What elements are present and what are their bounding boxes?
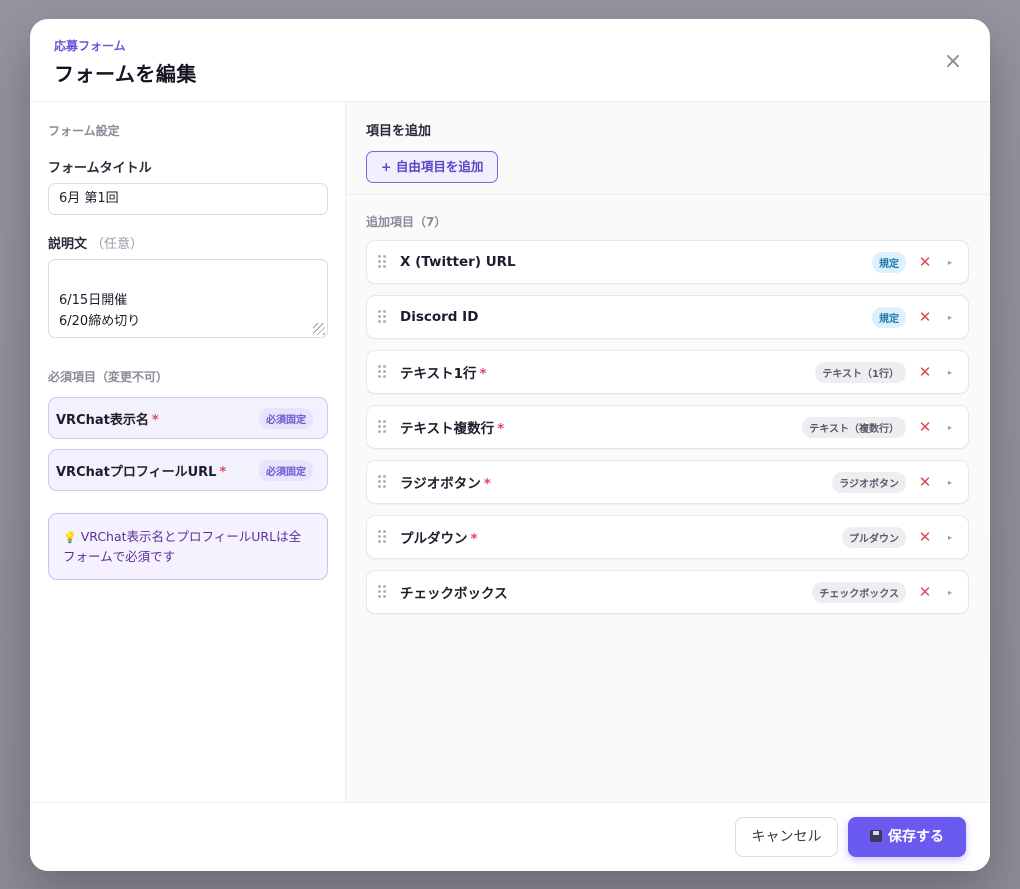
form-settings-pane: フォーム設定 フォームタイトル 6月 第1回 説明文 （任意） 6/15日開催 6… [30, 102, 346, 802]
delete-icon[interactable]: ✕ [916, 253, 934, 271]
form-title-label: フォームタイトル [48, 161, 152, 176]
modal-eyebrow: 応募フォーム [54, 39, 126, 53]
modal-body: フォーム設定 フォームタイトル 6月 第1回 説明文 （任意） 6/15日開催 6… [30, 102, 990, 802]
info-text: VRChat表示名とプロフィールURLは全フォームで必須です [63, 529, 302, 564]
description-label: 説明文 （任意） [48, 233, 327, 252]
expand-chevron-icon[interactable]: ▸ [944, 423, 956, 432]
field-name: ラジオボタン * [400, 476, 491, 492]
modal-header: 応募フォーム フォームを編集 × [30, 19, 990, 102]
form-settings-label: フォーム設定 [48, 124, 120, 138]
delete-icon[interactable]: ✕ [916, 308, 934, 326]
list-item[interactable]: テキスト複数行 * テキスト（複数行） ✕ ▸ [366, 405, 969, 449]
expand-chevron-icon[interactable]: ▸ [944, 368, 956, 377]
required-items-label: 必須項目（変更不可） [48, 370, 169, 384]
description-textarea[interactable]: 6/15日開催 6/20締め切り [48, 259, 328, 338]
drag-handle-icon[interactable] [377, 254, 387, 270]
fixed-badge: 必須固定 [259, 459, 313, 481]
default-badge: 規定 [872, 306, 906, 328]
modal-title: フォームを編集 [54, 62, 197, 86]
fields-pane: 項目を追加 + 自由項目を追加 追加項目（7） X (Twitter) URL … [346, 102, 990, 802]
default-badge: 規定 [872, 251, 906, 273]
required-item-display-name: VRChat表示名 * 必須固定 [48, 397, 328, 439]
field-type-badge: テキスト（複数行） [802, 416, 906, 438]
drag-handle-icon[interactable] [377, 419, 387, 435]
edit-form-modal: 応募フォーム フォームを編集 × フォーム設定 フォームタイトル 6月 第1回 … [30, 19, 990, 871]
list-item[interactable]: Discord ID 規定 ✕ ▸ [366, 295, 969, 339]
field-type-badge: ラジオボタン [832, 471, 906, 493]
expand-chevron-icon[interactable]: ▸ [944, 478, 956, 487]
delete-icon[interactable]: ✕ [916, 583, 934, 601]
delete-icon[interactable]: ✕ [916, 418, 934, 436]
add-field-section: 項目を追加 + 自由項目を追加 [346, 102, 990, 195]
field-type-badge: テキスト（1行） [815, 361, 906, 383]
drag-handle-icon[interactable] [377, 364, 387, 380]
field-list-count: 追加項目（7） [366, 215, 447, 229]
field-name: X (Twitter) URL [400, 254, 516, 270]
required-star: * [151, 412, 159, 428]
description-label-text: 説明文 [48, 237, 88, 252]
list-item[interactable]: プルダウン * プルダウン ✕ ▸ [366, 515, 969, 559]
expand-chevron-icon[interactable]: ▸ [944, 313, 956, 322]
field-name: テキスト1行 * [400, 366, 487, 382]
required-item-name: VRChatプロフィールURL * [56, 464, 227, 480]
required-item-name: VRChat表示名 * [56, 412, 159, 428]
description-text: 6/15日開催 6/20締め切り [59, 293, 141, 329]
delete-icon[interactable]: ✕ [916, 528, 934, 546]
required-star: * [219, 464, 227, 480]
delete-icon[interactable]: ✕ [916, 363, 934, 381]
list-item[interactable]: X (Twitter) URL 規定 ✕ ▸ [366, 240, 969, 284]
save-button[interactable]: 保存する [848, 817, 966, 857]
resize-handle-icon[interactable] [313, 323, 325, 335]
fixed-badge: 必須固定 [259, 407, 313, 429]
field-type-badge: プルダウン [842, 526, 906, 548]
form-title-input[interactable]: 6月 第1回 [48, 183, 328, 215]
drag-handle-icon[interactable] [377, 529, 387, 545]
list-item[interactable]: ラジオボタン * ラジオボタン ✕ ▸ [366, 460, 969, 504]
list-item[interactable]: チェックボックス チェックボックス ✕ ▸ [366, 570, 969, 614]
drag-handle-icon[interactable] [377, 474, 387, 490]
delete-icon[interactable]: ✕ [916, 473, 934, 491]
modal-footer: キャンセル 保存する [30, 802, 990, 871]
save-button-label: 保存する [888, 829, 944, 845]
field-name: チェックボックス [400, 586, 508, 602]
expand-chevron-icon[interactable]: ▸ [944, 533, 956, 542]
field-list: 追加項目（7） X (Twitter) URL 規定 ✕ ▸ Discord I… [346, 195, 990, 614]
field-type-badge: チェックボックス [812, 581, 906, 603]
lightbulb-icon: 💡 [63, 531, 77, 544]
expand-chevron-icon[interactable]: ▸ [944, 258, 956, 267]
required-item-profile-url: VRChatプロフィールURL * 必須固定 [48, 449, 328, 491]
info-notice: 💡 VRChat表示名とプロフィールURLは全フォームで必須です [48, 513, 328, 580]
drag-handle-icon[interactable] [377, 309, 387, 325]
drag-handle-icon[interactable] [377, 584, 387, 600]
add-custom-field-button[interactable]: + 自由項目を追加 [366, 151, 499, 183]
description-optional-note: （任意） [91, 237, 144, 252]
add-field-label: 項目を追加 [366, 124, 432, 139]
cancel-button[interactable]: キャンセル [735, 817, 838, 857]
expand-chevron-icon[interactable]: ▸ [944, 588, 956, 597]
field-name: プルダウン * [400, 531, 478, 547]
close-icon[interactable]: × [942, 51, 964, 73]
floppy-disk-icon [870, 830, 882, 842]
field-name: テキスト複数行 * [400, 421, 505, 437]
field-name: Discord ID [400, 309, 479, 325]
list-item[interactable]: テキスト1行 * テキスト（1行） ✕ ▸ [366, 350, 969, 394]
